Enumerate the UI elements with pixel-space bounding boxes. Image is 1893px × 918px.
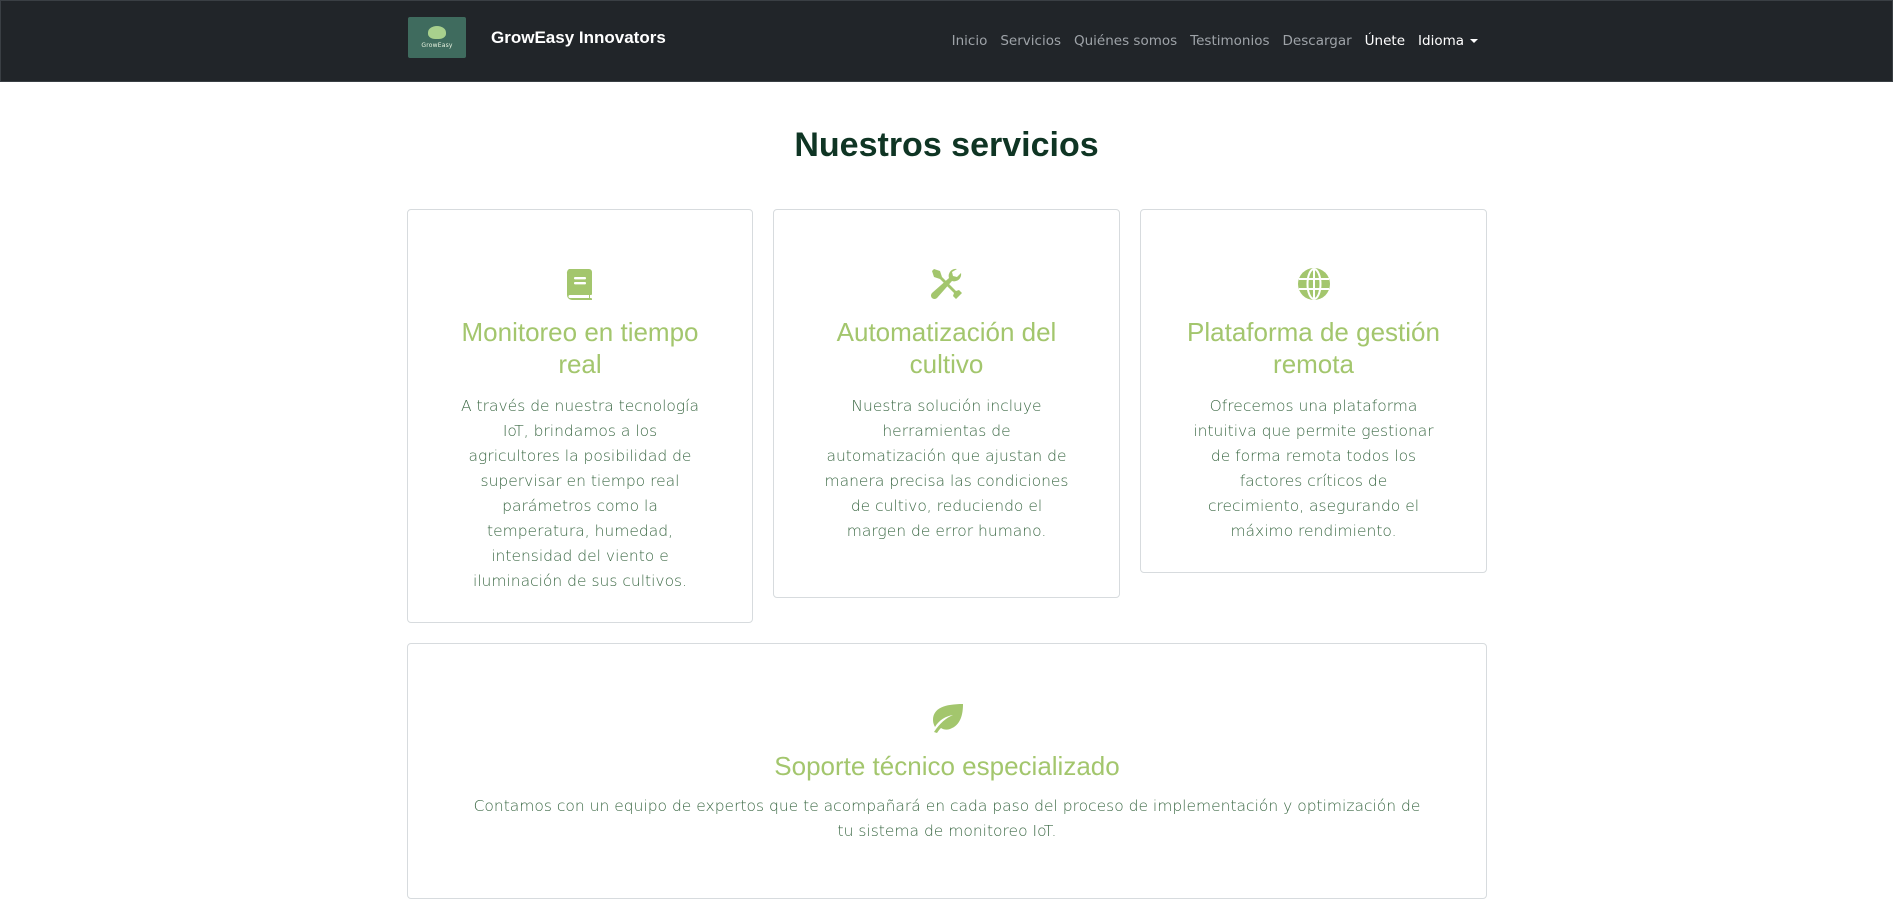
- tools-icon: [930, 268, 962, 300]
- plant-logo-icon: [428, 26, 446, 39]
- service-card-automation: Automatización del cultivo Nuestra soluc…: [773, 209, 1120, 598]
- card-description: Contamos con un equipo de expertos que t…: [473, 797, 1421, 840]
- globe-icon: [1297, 268, 1330, 300]
- language-dropdown[interactable]: Idioma: [1418, 33, 1478, 49]
- nav-item-servicios[interactable]: Servicios: [1000, 33, 1061, 49]
- card-description: A través de nuestra tecnología IoT, brin…: [461, 397, 699, 590]
- brand-name[interactable]: GrowEasy Innovators: [491, 28, 666, 48]
- nav-item-descargar[interactable]: Descargar: [1283, 33, 1352, 49]
- nav-item-testimonios[interactable]: Testimonios: [1190, 33, 1269, 49]
- card-description: Ofrecemos una plataforma intuitiva que p…: [1193, 397, 1434, 540]
- nav-item-quienes-somos[interactable]: Quiénes somos: [1074, 33, 1177, 49]
- leaf-icon: [933, 704, 963, 733]
- nav-menu: Inicio Servicios Quiénes somos Testimoni…: [939, 33, 1478, 49]
- card-title: Monitoreo en tiempo real: [461, 317, 699, 379]
- card-description: Nuestra solución incluye herramientas de…: [824, 397, 1069, 540]
- card-title: Automatización del cultivo: [836, 317, 1057, 379]
- brand-logo[interactable]: GrowEasy: [408, 17, 466, 58]
- logo-text: GrowEasy: [421, 42, 453, 49]
- nav-item-unete[interactable]: Únete: [1365, 33, 1405, 49]
- caret-down-icon: [1470, 39, 1478, 43]
- card-title: Plataforma de gestión remota: [1187, 317, 1440, 379]
- nav-item-inicio[interactable]: Inicio: [952, 33, 988, 49]
- service-card-remote-platform: Plataforma de gestión remota Ofrecemos u…: [1140, 209, 1487, 573]
- card-title: Soporte técnico especializado: [774, 751, 1120, 781]
- book-icon: [566, 269, 592, 300]
- service-card-support: Soporte técnico especializado Contamos c…: [407, 643, 1487, 899]
- services-heading: Nuestros servicios: [794, 126, 1099, 164]
- service-card-monitoring: Monitoreo en tiempo real A través de nue…: [407, 209, 753, 623]
- navbar: GrowEasy GrowEasy Innovators Inicio Serv…: [0, 0, 1893, 82]
- language-dropdown-label: Idioma: [1418, 33, 1464, 49]
